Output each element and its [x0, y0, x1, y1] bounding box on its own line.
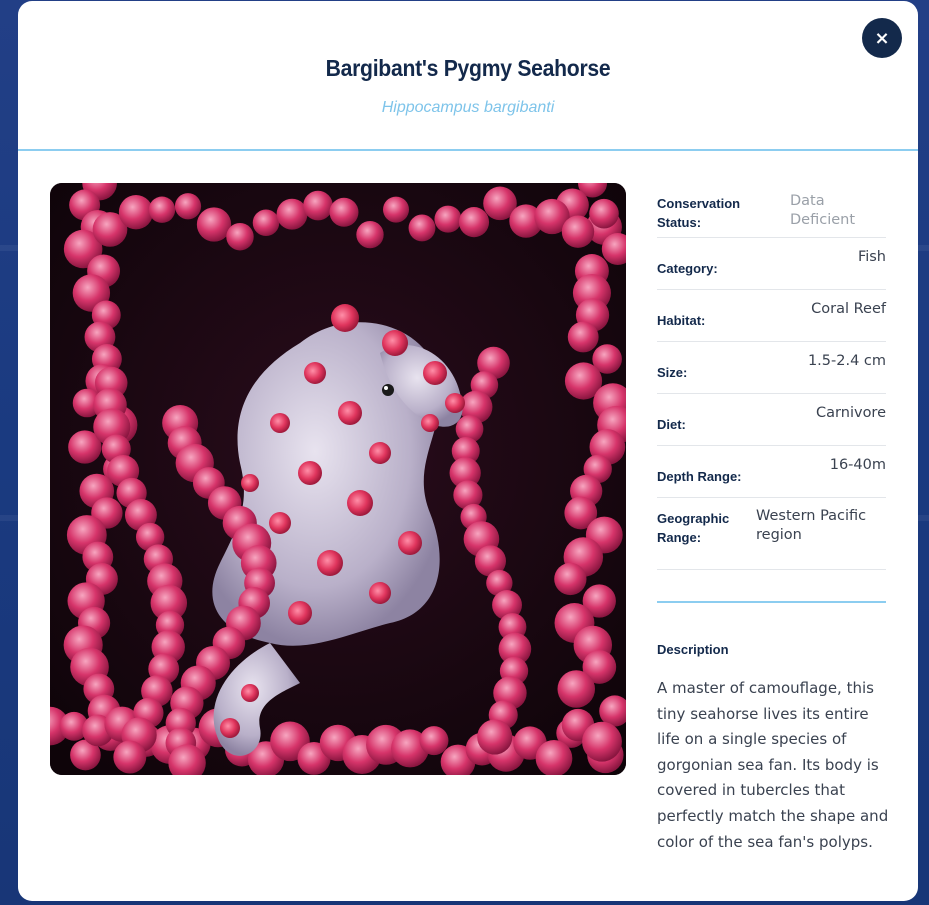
header-divider — [18, 149, 918, 151]
detail-row: Habitat: Coral Reef — [657, 290, 886, 342]
detail-label: Conservation Status: — [657, 196, 741, 230]
seahorse-illustration — [50, 183, 626, 775]
detail-label: Habitat: — [657, 313, 706, 328]
detail-value: Western Pacific region — [756, 508, 867, 543]
detail-row: Diet: Carnivore — [657, 394, 886, 446]
details-list: Conservation Status: Data Deficient Catego… — [657, 183, 886, 570]
detail-value: Fish — [857, 249, 886, 265]
detail-value: 1.5-2.4 cm — [807, 353, 886, 369]
detail-value: Data Deficient — [790, 193, 856, 228]
detail-row: Geographic Range: Western Pacific region — [657, 498, 886, 570]
detail-label: Diet: — [657, 417, 686, 432]
detail-label: Category: — [657, 261, 718, 276]
scientific-name: Hippocampus bargibanti — [381, 99, 555, 116]
species-title: Bargibant's Pygmy Seahorse — [325, 55, 611, 81]
close-icon: × — [874, 27, 890, 49]
modal-header: Bargibant's Pygmy Seahorse Hippocampus b… — [18, 1, 918, 151]
close-button[interactable]: × — [862, 18, 902, 58]
species-photo — [50, 183, 626, 775]
detail-row: Size: 1.5-2.4 cm — [657, 342, 886, 394]
species-modal: Bargibant's Pygmy Seahorse Hippocampus b… — [18, 1, 918, 901]
detail-row: Depth Range: 16-40m — [657, 446, 886, 498]
detail-value: Coral Reef — [811, 301, 886, 317]
detail-row: Category: Fish — [657, 238, 886, 290]
description-heading: Description — [657, 642, 729, 657]
detail-label: Geographic Range: — [657, 511, 730, 545]
description-divider — [657, 601, 886, 603]
detail-label: Depth Range: — [657, 469, 742, 484]
detail-value: 16-40m — [829, 457, 886, 473]
detail-row: Conservation Status: Data Deficient — [657, 183, 886, 238]
description-text: A master of camouflage, this tiny seahor… — [657, 679, 889, 851]
detail-label: Size: — [657, 365, 688, 380]
detail-value: Carnivore — [816, 405, 886, 421]
